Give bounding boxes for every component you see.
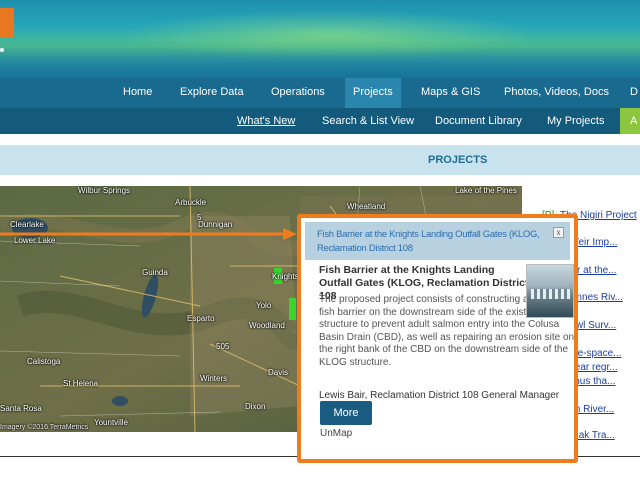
place-label: Arbuckle bbox=[175, 198, 207, 207]
unmap-link[interactable]: UnMap bbox=[320, 428, 352, 439]
map-copyright: Imagery ©2016 TerraMetrics bbox=[0, 424, 89, 431]
place-label: Clearlake bbox=[10, 220, 44, 229]
place-label: Esparto bbox=[187, 314, 215, 323]
interstate-shield: 5 bbox=[197, 213, 202, 222]
subnav-search-list-view[interactable]: Search & List View bbox=[322, 108, 414, 134]
place-label: Dixon bbox=[245, 402, 266, 411]
page: Home Explore Data Operations Projects Ma… bbox=[0, 0, 640, 480]
highway-shield: 505 bbox=[216, 342, 230, 351]
popup-owner: Lewis Bair, Reclamation District 108 Gen… bbox=[319, 390, 560, 401]
place-label: Winters bbox=[200, 374, 228, 383]
place-label: Wheatland bbox=[347, 202, 386, 211]
place-label: Davis bbox=[268, 368, 289, 377]
popup-header-title[interactable]: Fish Barrier at the Knights Landing Outf… bbox=[317, 228, 547, 256]
logo-mark bbox=[0, 48, 4, 52]
nav-more[interactable]: D bbox=[630, 78, 638, 108]
nav-projects[interactable]: Projects bbox=[345, 78, 401, 108]
place-label: Guinda bbox=[142, 268, 168, 277]
subnav-whats-new[interactable]: What's New bbox=[237, 108, 295, 134]
thumbnail-gate bbox=[531, 289, 571, 299]
sub-nav: What's New Search & List View Document L… bbox=[0, 108, 640, 134]
projects-section-bar: PROJECTS bbox=[0, 145, 640, 175]
nav-explore-data[interactable]: Explore Data bbox=[180, 78, 244, 108]
project-popup: Fish Barrier at the Knights Landing Outf… bbox=[297, 214, 578, 463]
nav-operations[interactable]: Operations bbox=[271, 78, 325, 108]
place-label: Yountville bbox=[94, 418, 128, 427]
nav-maps-gis[interactable]: Maps & GIS bbox=[421, 78, 480, 108]
close-icon[interactable]: x bbox=[553, 227, 564, 238]
subnav-add-button[interactable]: A bbox=[620, 108, 640, 134]
place-label: Wilbur Springs bbox=[78, 186, 131, 195]
place-label: Dunnigan bbox=[198, 220, 233, 229]
nav-photos-videos-docs[interactable]: Photos, Videos, Docs bbox=[504, 78, 609, 108]
place-label: Woodland bbox=[249, 321, 285, 330]
place-label: St Helena bbox=[63, 379, 99, 388]
subnav-document-library[interactable]: Document Library bbox=[435, 108, 522, 134]
place-label: Calistoga bbox=[27, 357, 61, 366]
site-banner bbox=[0, 0, 640, 78]
place-label: Santa Rosa bbox=[0, 404, 42, 413]
place-label: Yolo bbox=[256, 301, 272, 310]
banner-waves bbox=[0, 40, 640, 78]
section-title: PROJECTS bbox=[428, 154, 488, 166]
main-nav: Home Explore Data Operations Projects Ma… bbox=[0, 78, 640, 108]
subnav-my-projects[interactable]: My Projects bbox=[547, 108, 604, 134]
popup-header: Fish Barrier at the Knights Landing Outf… bbox=[305, 222, 570, 260]
more-button[interactable]: More bbox=[320, 401, 372, 425]
nav-home[interactable]: Home bbox=[123, 78, 152, 108]
site-logo[interactable] bbox=[0, 8, 14, 38]
project-thumbnail[interactable] bbox=[526, 264, 574, 318]
place-label: Lower Lake bbox=[14, 236, 56, 245]
place-label: Lake of the Pines bbox=[455, 186, 517, 195]
